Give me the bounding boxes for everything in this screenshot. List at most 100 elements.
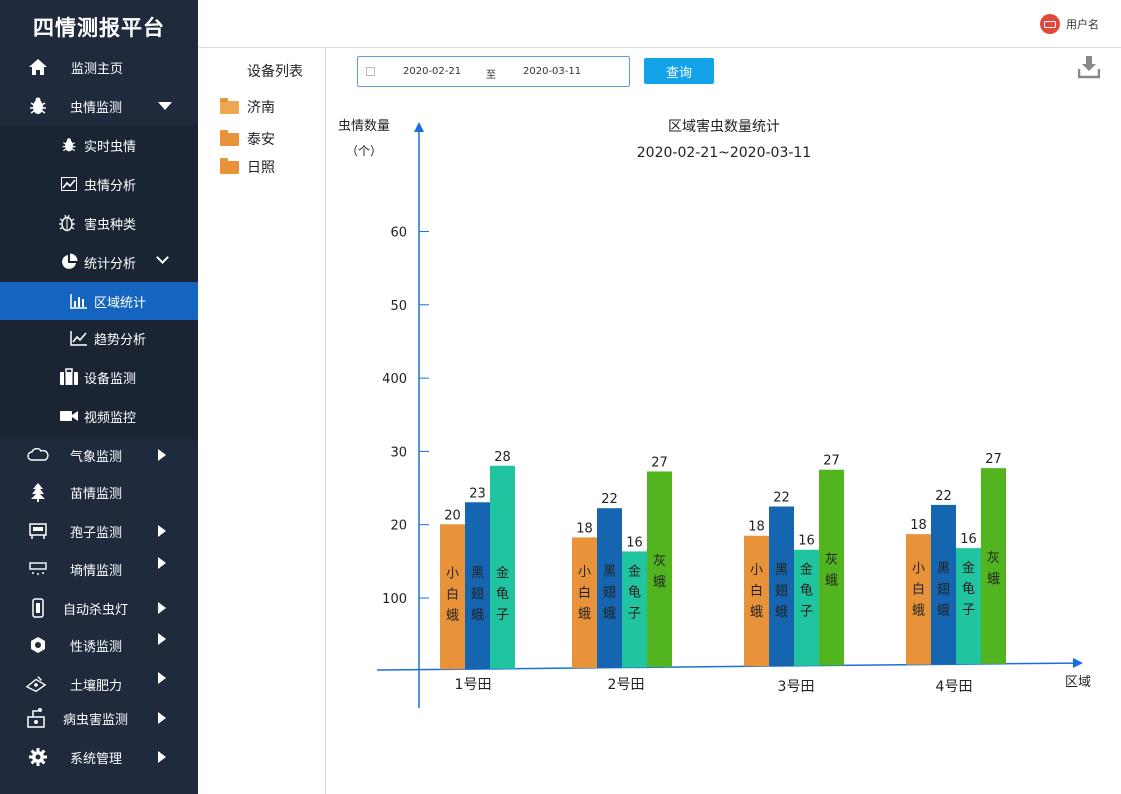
app-title: 四情测报平台 [33,16,165,40]
pie-chart-icon [58,251,80,273]
sidebar-item-seedling-monitor[interactable]: 苗情监测 [0,473,198,511]
bar-value-label: 18 [576,521,593,536]
bar-name-label: 蛾 [912,604,925,619]
device-tree-item[interactable]: 泰安 [220,129,275,149]
bar-name-label: 小 [750,563,763,578]
user-avatar-icon[interactable] [1040,14,1060,34]
start-date-input[interactable]: 2020-02-21 [403,66,461,77]
bar-name-label: 蛾 [987,572,1000,587]
caret-right-icon [158,633,166,645]
bar-name-label: 金 [800,562,813,578]
tree-icon [27,481,49,503]
y-tick-label: 100 [382,592,407,607]
y-tick-label: 50 [390,299,407,314]
bar-value-label: 23 [469,486,486,501]
moisture-device-icon [27,558,49,580]
user-name[interactable]: 用户名 [1066,16,1099,32]
device-list-title: 设备列表 [247,64,303,80]
sidebar-item-pest-monitor[interactable]: 虫情监测 [0,87,198,125]
caret-right-icon [158,751,166,763]
chevron-down-icon [156,251,169,264]
sidebar-item-label: 视频监控 [84,410,137,426]
bar-value-label: 18 [748,520,765,535]
bar-value-label: 20 [444,508,461,523]
sidebar-item-spore-monitor[interactable]: 孢子监测 [0,512,198,550]
query-button[interactable]: 查询 [644,58,714,84]
soil-icon [25,673,47,695]
sidebar-item-label: 墒情监测 [70,563,123,579]
date-range-picker[interactable]: 2020-02-21 至 2020-03-11 [357,56,630,87]
bug-icon [58,134,80,156]
bar-name-label: 翅 [471,586,484,602]
bar-name-label: 龟 [800,584,813,599]
bar [819,469,844,666]
lamp-icon [27,597,49,619]
bar-value-label: 28 [494,450,511,465]
bar-name-label: 翅 [603,585,616,601]
sidebar-item-label: 孢子监测 [70,525,123,541]
sidebar-item-video-monitor[interactable]: 视频监控 [0,397,198,435]
sidebar-item-label: 气象监测 [70,449,123,465]
bar-name-label: 龟 [628,585,641,600]
device-tree-item[interactable]: 济南 [220,97,275,117]
bar-name-label: 灰 [653,554,666,569]
bar [981,468,1006,664]
sidebar-item-trend-analysis[interactable]: 趋势分析 [0,319,198,357]
bar-name-label: 黑 [937,561,950,576]
sidebar-item-soil-fertility[interactable]: 土壤肥力 [0,665,198,703]
bar-name-label: 白 [446,586,459,602]
bar-value-label: 27 [823,454,840,469]
device-icon [58,366,80,388]
end-date-input[interactable]: 2020-03-11 [523,66,581,77]
bar-name-label: 蛾 [825,573,838,588]
y-axis-arrow [414,122,424,132]
bar-value-label: 22 [601,492,618,507]
caret-right-icon [158,557,166,569]
sidebar-item-disease-monitor[interactable]: 病虫害监测 [0,699,198,737]
bar-name-label: 龟 [962,582,975,597]
beetle-icon [56,212,78,234]
sidebar-item-pest-analysis[interactable]: 虫情分析 [0,165,198,203]
sidebar-item-device-monitor[interactable]: 设备监测 [0,358,198,396]
cloud-icon [27,444,49,466]
caret-right-icon [158,712,166,724]
bar [744,535,769,667]
bar-value-label: 16 [960,532,977,547]
x-category-label: 3号田 [778,679,815,695]
bar-group: 18小白蛾22黑翅蛾16金龟子27灰蛾 [572,455,672,668]
bar-group: 20 小白蛾 23 黑翅蛾 28 金龟子 [440,450,515,670]
sidebar-item-label: 趋势分析 [94,332,147,348]
bar-name-label: 灰 [987,551,1000,566]
bar-value-label: 27 [985,452,1002,467]
bar-name-label: 小 [578,565,591,580]
sidebar-item-realtime-pest[interactable]: 实时虫情 [0,126,198,164]
sidebar-item-region-stats[interactable]: 区域统计 [0,282,198,320]
video-camera-icon [58,405,80,427]
device-tree-item[interactable]: 日照 [220,157,275,177]
chart-subtitle: 2020-02-21~2020-03-11 [637,145,811,161]
bar-value-label: 22 [773,490,790,505]
sidebar-item-pest-types[interactable]: 害虫种类 [0,204,198,242]
bar [906,534,931,665]
caret-down-icon [158,102,172,110]
sidebar-item-label: 监测主页 [71,61,124,77]
sidebar-item-home[interactable]: 监测主页 [0,48,198,86]
bar-name-label: 子 [496,608,509,623]
caret-right-icon [158,449,166,461]
bar-name-label: 蛾 [446,608,459,623]
x-axis-categories: 1号田 2号田 3号田 4号田 [455,677,973,695]
sidebar-item-label: 土壤肥力 [70,678,123,694]
sidebar-item-pheromone-monitor[interactable]: 性诱监测 [0,626,198,664]
y-axis-label: 虫情数量 [338,119,390,134]
spore-device-icon [27,520,49,542]
sidebar-item-weather-monitor[interactable]: 气象监测 [0,436,198,474]
sidebar-item-system-admin[interactable]: 系统管理 [0,738,198,776]
sidebar-item-insect-killer-lamp[interactable]: 自动杀虫灯 [0,589,198,627]
sidebar-item-moisture-monitor[interactable]: 墒情监测 [0,550,198,588]
bar-value-label: 16 [626,535,643,550]
disease-device-icon [25,707,47,729]
bar-name-label: 蛾 [653,575,666,590]
sidebar-item-statistics[interactable]: 统计分析 [0,243,198,281]
y-axis-unit: （个） [346,144,382,158]
download-icon[interactable] [1077,55,1101,79]
